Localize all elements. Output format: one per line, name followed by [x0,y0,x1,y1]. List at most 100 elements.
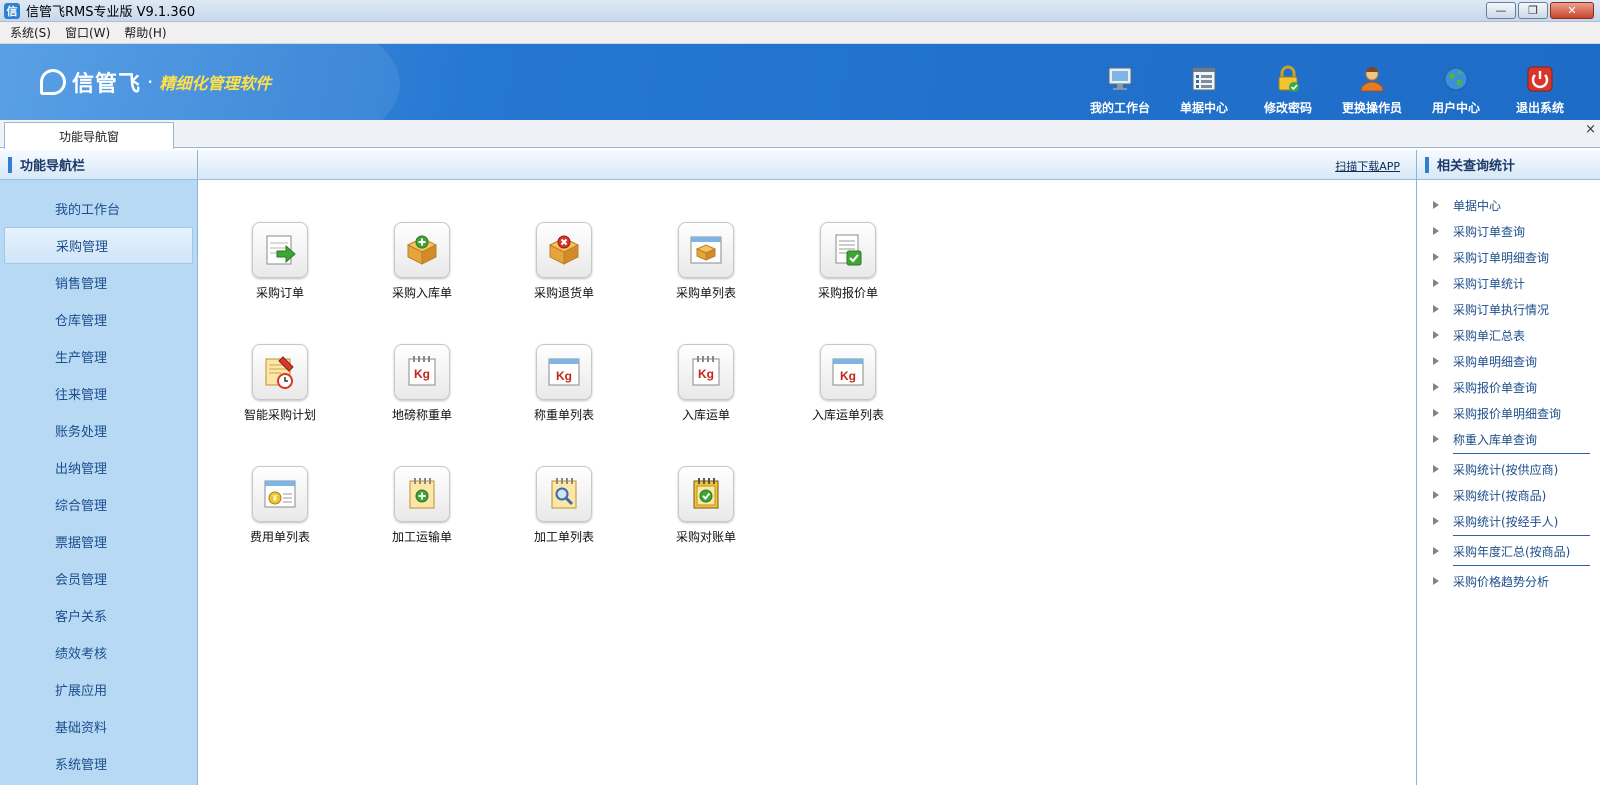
toolbar-label: 修改密码 [1263,101,1312,115]
func-purchase-receipt[interactable]: 采购入库单 [362,222,482,301]
close-button[interactable]: ✕ [1550,2,1594,19]
nav-item-bookkeeping[interactable]: 账务处理 [4,412,193,449]
cost-list-icon: ¥ [252,466,308,522]
func-label: 费用单列表 [249,530,310,544]
query-link-price-trend[interactable]: 采购价格趋势分析 [1417,568,1600,594]
query-link-document-center[interactable]: 单据中心 [1417,192,1600,218]
query-link-stats-by-supplier[interactable]: 采购统计(按供应商) [1417,456,1600,482]
func-weighbridge-order[interactable]: Kg 地磅称重单 [362,344,482,423]
func-purchase-statement[interactable]: 采购对账单 [646,466,766,545]
nav-item-production[interactable]: 生产管理 [4,338,193,375]
func-purchase-quote[interactable]: 采购报价单 [788,222,908,301]
func-label: 智能采购计划 [243,408,316,422]
triangle-right-icon [1433,227,1439,235]
func-inbound-waybill[interactable]: Kg 入库运单 [646,344,766,423]
center-header: 扫描下载APP [198,150,1416,180]
triangle-right-icon [1433,383,1439,391]
group-divider [1453,453,1590,454]
query-link-order-detail-query[interactable]: 采购订单明细查询 [1417,244,1600,270]
menu-window[interactable]: 窗口(W) [65,24,110,41]
right-panel-title: 相关查询统计 [1417,150,1600,180]
nav-item-performance[interactable]: 绩效考核 [4,634,193,671]
nav-item-warehouse[interactable]: 仓库管理 [4,301,193,338]
menu-system[interactable]: 系统(S) [10,24,51,41]
user-icon [1357,64,1387,94]
func-weighing-list[interactable]: Kg 称重单列表 [504,344,624,423]
power-icon [1525,64,1555,94]
query-link-label: 采购统计(按经手人) [1453,514,1559,529]
notepad-search-icon [536,466,592,522]
func-inbound-waybill-list[interactable]: Kg 入库运单列表 [788,344,908,423]
func-processing-list[interactable]: 加工单列表 [504,466,624,545]
nav-item-extensions[interactable]: 扩展应用 [4,671,193,708]
query-link-label: 采购订单查询 [1453,224,1526,239]
query-link-order-query[interactable]: 采购订单查询 [1417,218,1600,244]
kg-icon: Kg [394,344,450,400]
query-link-order-execution[interactable]: 采购订单执行情况 [1417,296,1600,322]
query-link-quote-detail-query[interactable]: 采购报价单明细查询 [1417,400,1600,426]
query-link-label: 采购订单明细查询 [1453,250,1550,265]
logo-icon [40,69,66,95]
toolbar-workbench-button[interactable]: 我的工作台 [1078,64,1162,116]
query-link-label: 采购订单统计 [1453,276,1526,291]
query-link-stats-by-product[interactable]: 采购统计(按商品) [1417,482,1600,508]
query-link-annual-summary[interactable]: 采购年度汇总(按商品) [1417,538,1600,564]
tab-function-navigation[interactable]: 功能导航窗 [4,122,174,149]
toolbar-user-center-button[interactable]: 用户中心 [1414,64,1498,116]
nav-item-purchase[interactable]: 采购管理 [4,227,193,264]
order-arrow-icon [252,222,308,278]
list-icon [1189,64,1219,94]
func-expense-list[interactable]: ¥ 费用单列表 [220,466,340,545]
nav-item-basic-data[interactable]: 基础资料 [4,708,193,745]
func-purchase-list[interactable]: 采购单列表 [646,222,766,301]
tab-close-icon[interactable]: × [1585,122,1596,137]
doc-check-icon [820,222,876,278]
minimize-button[interactable]: — [1486,2,1516,19]
func-purchase-return[interactable]: 采购退货单 [504,222,624,301]
query-link-stats-by-handler[interactable]: 采购统计(按经手人) [1417,508,1600,534]
query-link-label: 采购单汇总表 [1453,328,1526,343]
nav-item-general[interactable]: 综合管理 [4,486,193,523]
query-link-quote-query[interactable]: 采购报价单查询 [1417,374,1600,400]
toolbar-label: 我的工作台 [1089,101,1150,115]
query-link-purchase-detail[interactable]: 采购单明细查询 [1417,348,1600,374]
func-label: 采购入库单 [391,286,452,300]
nav-item-accounts[interactable]: 往来管理 [4,375,193,412]
nav-item-sales[interactable]: 销售管理 [4,264,193,301]
nav-item-invoices[interactable]: 票据管理 [4,523,193,560]
brand-logo: 信管飞 · 精细化管理软件 [40,66,271,98]
query-link-purchase-summary[interactable]: 采购单汇总表 [1417,322,1600,348]
func-label: 采购退货单 [533,286,594,300]
query-link-label: 采购订单执行情况 [1453,302,1550,317]
toolbar-exit-button[interactable]: 退出系统 [1498,64,1582,116]
restore-button[interactable]: ❐ [1518,2,1548,19]
func-label: 入库运单 [681,408,730,422]
toolbar-change-password-button[interactable]: 修改密码 [1246,64,1330,116]
kg-icon: Kg [678,344,734,400]
triangle-right-icon [1433,279,1439,287]
triangle-right-icon [1433,465,1439,473]
left-nav-title: 功能导航栏 [0,150,197,180]
func-label: 称重单列表 [533,408,594,422]
nav-item-crm[interactable]: 客户关系 [4,597,193,634]
query-link-weighing-receipt-query[interactable]: 称重入库单查询 [1417,426,1600,452]
toolbar-label: 单据中心 [1179,101,1228,115]
box-add-icon [394,222,450,278]
menu-help[interactable]: 帮助(H) [124,24,166,41]
func-smart-purchase-plan[interactable]: 智能采购计划 [220,344,340,423]
query-link-label: 采购报价单查询 [1453,380,1538,395]
func-processing-transport[interactable]: 加工运输单 [362,466,482,545]
toolbar-switch-operator-button[interactable]: 更换操作员 [1330,64,1414,116]
tab-strip: 功能导航窗 × [0,120,1600,149]
func-purchase-order[interactable]: 采购订单 [220,222,340,301]
nav-item-system[interactable]: 系统管理 [4,745,193,782]
nav-item-workbench[interactable]: 我的工作台 [4,190,193,227]
query-link-order-stats[interactable]: 采购订单统计 [1417,270,1600,296]
query-link-label: 采购报价单明细查询 [1453,406,1562,421]
scan-download-app-link[interactable]: 扫描下载APP [1335,158,1400,174]
nav-item-cashier[interactable]: 出纳管理 [4,449,193,486]
toolbar-documents-button[interactable]: 单据中心 [1162,64,1246,116]
nav-item-members[interactable]: 会员管理 [4,560,193,597]
left-navigation: 功能导航栏 我的工作台 采购管理 销售管理 仓库管理 生产管理 往来管理 账务处… [0,150,198,785]
triangle-right-icon [1433,435,1439,443]
